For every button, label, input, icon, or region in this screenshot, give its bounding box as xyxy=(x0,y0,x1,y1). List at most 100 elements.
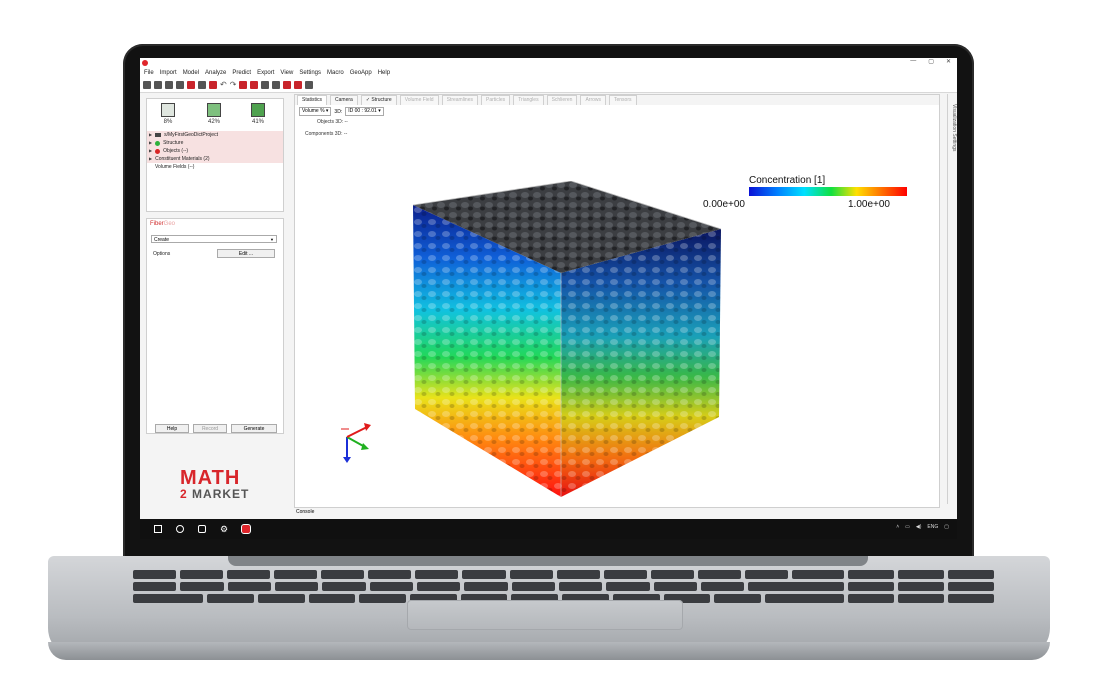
grid-icon[interactable] xyxy=(261,81,270,89)
task-view-icon[interactable] xyxy=(198,525,206,533)
structure-icon[interactable] xyxy=(176,81,184,89)
tab-particles[interactable]: Particles xyxy=(481,95,511,105)
menu-analyze[interactable]: Analyze xyxy=(205,70,226,76)
tab-tensors[interactable]: Tensors xyxy=(609,95,637,105)
export-icon[interactable] xyxy=(198,81,206,89)
record-icon[interactable] xyxy=(187,81,195,89)
load-icon[interactable] xyxy=(154,81,162,89)
tree-project[interactable]: ▶ s/MyFirstGeoDictProject xyxy=(147,131,283,139)
open-folder-icon[interactable] xyxy=(143,81,151,89)
tree-project-label: s/MyFirstGeoDictProject xyxy=(164,132,218,138)
expand-arrow-icon[interactable]: ▶ xyxy=(149,139,152,147)
undo-icon[interactable]: ↶ xyxy=(220,81,227,89)
tree-volume-fields[interactable]: Volume Fields (--) xyxy=(147,163,283,171)
chevron-down-icon: ▼ xyxy=(270,237,274,242)
status-error-icon xyxy=(155,148,161,154)
laptop-hinge xyxy=(228,556,868,566)
menu-import[interactable]: Import xyxy=(160,70,177,76)
tab-camera[interactable]: Camera xyxy=(330,95,358,105)
geodict-taskbar-icon[interactable] xyxy=(241,524,251,534)
maximize-button[interactable]: ▢ xyxy=(928,58,934,65)
console-bar[interactable]: Console xyxy=(294,508,940,516)
3d-viewport[interactable]: Concentration [1] 0.00e+00 1.00e+00 xyxy=(295,159,939,507)
expand-arrow-icon[interactable]: ▶ xyxy=(149,131,152,139)
view-3d-icon[interactable] xyxy=(250,81,259,89)
menu-settings[interactable]: Settings xyxy=(299,70,321,76)
menu-geoapp[interactable]: GeoApp xyxy=(350,70,372,76)
folder-icon xyxy=(155,133,162,137)
tab-volume-field[interactable]: Volume Field xyxy=(399,95,439,105)
close-button[interactable]: ✕ xyxy=(946,58,951,65)
redo-icon[interactable]: ↷ xyxy=(230,81,237,89)
windows-start-icon[interactable] xyxy=(154,525,162,533)
volume-icon[interactable]: ◀) xyxy=(916,524,922,530)
material-structure-icon xyxy=(207,103,221,117)
fibergeo-title-part2: Geo xyxy=(163,221,176,227)
volume-select[interactable]: Volume % ▾ xyxy=(299,107,332,116)
colorbar xyxy=(749,187,907,196)
expand-arrow-icon[interactable]: ▶ xyxy=(149,147,152,155)
brand-line2-word: MARKET xyxy=(192,487,250,501)
tab-arrows[interactable]: Arrows xyxy=(580,95,606,105)
toolbar: ↶ ↷ xyxy=(140,78,957,93)
minimize-button[interactable]: — xyxy=(910,58,916,65)
menu-help[interactable]: Help xyxy=(378,70,390,76)
tab-streamlines[interactable]: Streamlines xyxy=(441,95,478,105)
stat-solid-value: 8% xyxy=(163,119,173,125)
orientation-axes-icon xyxy=(341,423,371,463)
snapshot-icon[interactable] xyxy=(283,81,292,89)
check-icon[interactable] xyxy=(294,81,303,89)
notification-icon[interactable]: ▢ xyxy=(944,524,949,530)
mode-select[interactable]: Create ▼ xyxy=(151,235,277,243)
tree-structure[interactable]: ▶ Structure xyxy=(147,139,283,147)
three-d-select[interactable]: ID 00 : 92.01 ▾ xyxy=(345,107,384,116)
cube-right-texture xyxy=(561,229,721,497)
solid-structure-icon xyxy=(161,103,175,117)
search-icon[interactable] xyxy=(176,525,184,533)
tree-structure-label: Structure xyxy=(163,140,184,146)
settings-gear-icon[interactable]: ⚙ xyxy=(220,525,228,534)
view-2d-icon[interactable] xyxy=(239,81,248,89)
tab-triangles[interactable]: Triangles xyxy=(513,95,544,105)
taskbar: ⚙ ˄ ▭ ◀) ENG ▢ xyxy=(140,519,957,539)
tab-structure[interactable]: ✓ Structure xyxy=(360,95,397,105)
edit-options-button[interactable]: Edit ... xyxy=(217,249,275,258)
stat-solid: 8% xyxy=(153,103,183,125)
tab-statistics[interactable]: Statistics xyxy=(297,95,328,105)
laptop-base-lip xyxy=(48,642,1050,660)
record-button[interactable]: Record xyxy=(193,424,227,433)
fibergeo-title-part1: Fiber xyxy=(150,221,164,227)
console-label: Console xyxy=(296,509,315,515)
system-tray: ˄ ▭ ◀) ENG ▢ xyxy=(896,524,949,530)
visualization-settings-strip[interactable]: Visualization Settings xyxy=(947,94,957,504)
brand-line2-num: 2 xyxy=(180,487,188,501)
tab-schlieren[interactable]: Schlieren xyxy=(546,95,578,105)
legend-max: 1.00e+00 xyxy=(848,199,890,210)
language-indicator[interactable]: ENG xyxy=(927,524,938,530)
menu-model[interactable]: Model xyxy=(183,70,199,76)
menu-predict[interactable]: Predict xyxy=(232,70,251,76)
help-button[interactable]: Help xyxy=(155,424,189,433)
three-d-label: 3D: xyxy=(334,108,343,115)
generate-button[interactable]: Generate xyxy=(231,424,277,433)
app-logo-icon xyxy=(142,60,148,66)
numpad xyxy=(798,570,994,610)
network-icon[interactable]: ▭ xyxy=(905,524,910,530)
tree-constituent[interactable]: ▶ Constituent Materials (2) xyxy=(147,155,283,163)
save-icon[interactable] xyxy=(165,81,173,89)
title-bar: — ▢ ✕ xyxy=(140,58,957,68)
brand-line1: MATH xyxy=(180,467,241,489)
menu-view[interactable]: View xyxy=(280,70,293,76)
stat-pore-value: 41% xyxy=(251,119,264,125)
pore-structure-icon xyxy=(251,103,265,117)
tree-objects[interactable]: ▶ Objects (--) xyxy=(147,147,283,155)
volume-select-value: Volume % xyxy=(302,108,325,114)
expand-arrow-icon[interactable]: ▶ xyxy=(149,155,152,163)
pencil-icon[interactable] xyxy=(305,81,314,89)
macro-icon[interactable] xyxy=(209,81,217,89)
menu-export[interactable]: Export xyxy=(257,70,274,76)
menu-file[interactable]: File xyxy=(144,70,154,76)
home-icon[interactable] xyxy=(272,81,281,89)
chevron-up-icon[interactable]: ˄ xyxy=(896,524,899,530)
menu-macro[interactable]: Macro xyxy=(327,70,344,76)
